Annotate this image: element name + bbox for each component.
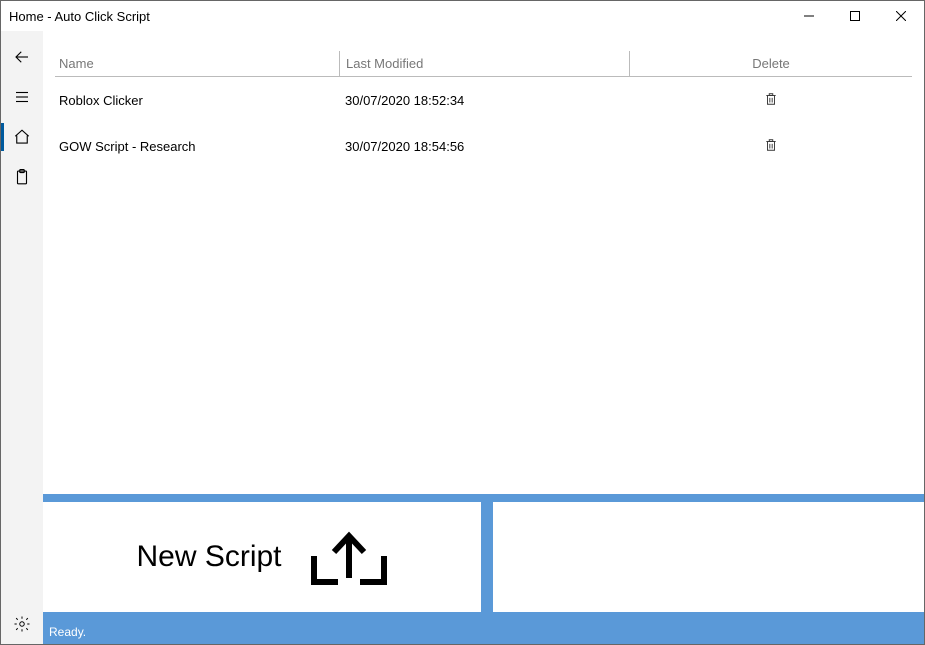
- secondary-action-button[interactable]: [493, 502, 924, 612]
- sidebar-item-home[interactable]: [1, 117, 43, 157]
- scripts-table: Name Last Modified Delete Roblox Clicker…: [43, 31, 924, 494]
- main-content: Name Last Modified Delete Roblox Clicker…: [43, 31, 924, 644]
- row-name: Roblox Clicker: [55, 93, 339, 108]
- header-modified[interactable]: Last Modified: [339, 51, 629, 76]
- row-modified: 30/07/2020 18:54:56: [339, 139, 629, 154]
- sidebar-item-settings[interactable]: [1, 604, 43, 644]
- delete-button[interactable]: [764, 91, 778, 110]
- delete-button[interactable]: [764, 137, 778, 156]
- sidebar-item-clipboard[interactable]: [1, 157, 43, 197]
- home-icon: [13, 128, 31, 146]
- window-controls: [786, 1, 924, 31]
- minimize-button[interactable]: [786, 1, 832, 31]
- maximize-icon: [850, 11, 860, 21]
- minimize-icon: [804, 11, 814, 21]
- hamburger-icon: [13, 88, 31, 106]
- close-icon: [896, 11, 906, 21]
- trash-icon: [764, 91, 778, 107]
- status-text: Ready.: [49, 625, 86, 639]
- back-arrow-icon: [13, 48, 31, 66]
- row-modified: 30/07/2020 18:52:34: [339, 93, 629, 108]
- gear-icon: [13, 615, 31, 633]
- table-header: Name Last Modified Delete: [55, 51, 912, 77]
- new-script-button[interactable]: New Script: [43, 502, 481, 612]
- window-title: Home - Auto Click Script: [9, 9, 150, 24]
- header-name[interactable]: Name: [55, 56, 339, 71]
- upload-icon: [310, 528, 388, 586]
- trash-icon: [764, 137, 778, 153]
- bottom-actions: New Script: [43, 494, 924, 620]
- header-delete: Delete: [629, 51, 912, 76]
- row-name: GOW Script - Research: [55, 139, 339, 154]
- sidebar: [1, 31, 43, 644]
- maximize-button[interactable]: [832, 1, 878, 31]
- table-row[interactable]: Roblox Clicker 30/07/2020 18:52:34: [55, 77, 912, 123]
- table-row[interactable]: GOW Script - Research 30/07/2020 18:54:5…: [55, 123, 912, 169]
- back-button[interactable]: [1, 37, 43, 77]
- clipboard-icon: [13, 168, 31, 186]
- new-script-label: New Script: [136, 540, 281, 574]
- status-bar: Ready.: [43, 620, 924, 644]
- titlebar: Home - Auto Click Script: [1, 1, 924, 31]
- menu-button[interactable]: [1, 77, 43, 117]
- close-button[interactable]: [878, 1, 924, 31]
